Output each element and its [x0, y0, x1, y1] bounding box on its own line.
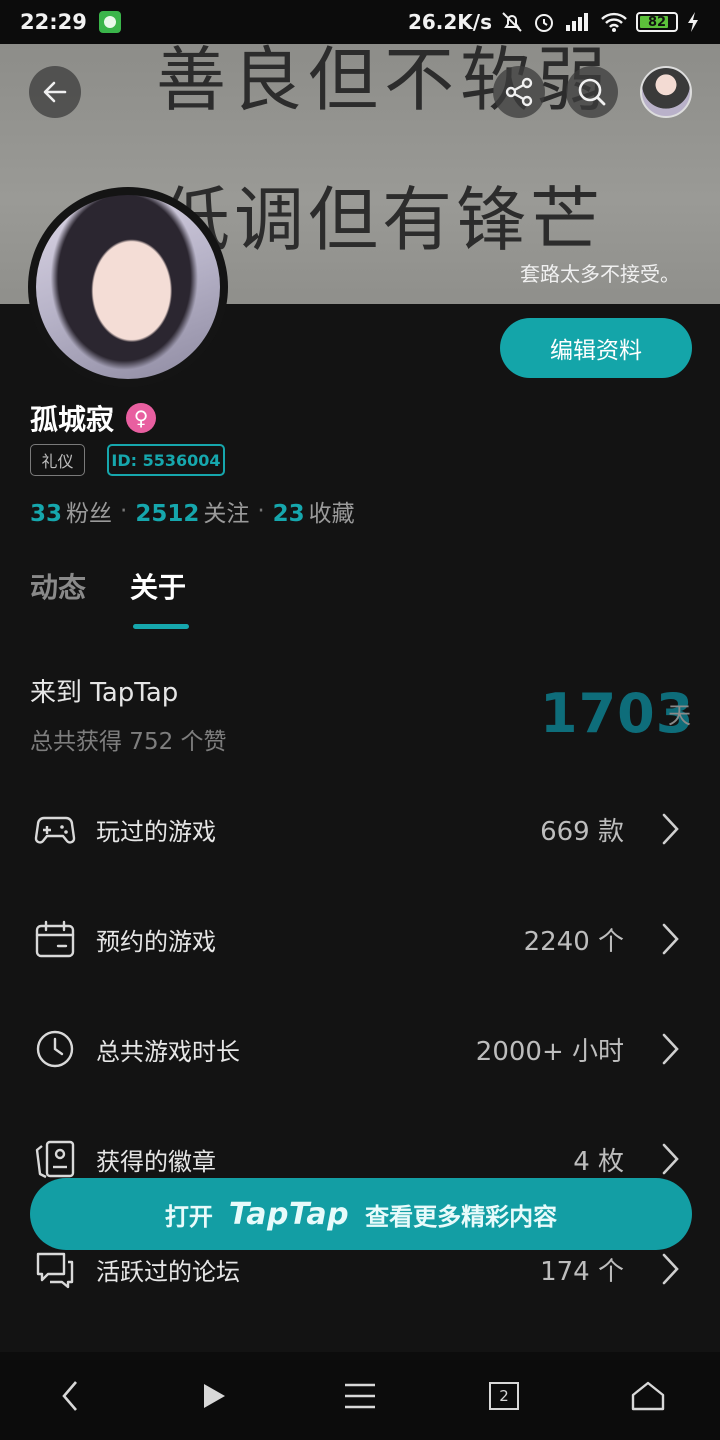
network-speed: 26.2K/s: [407, 10, 492, 34]
row-label: 总共游戏时长: [96, 1037, 240, 1066]
app-notification-icon: [98, 11, 121, 33]
arrow-left-icon: [43, 81, 67, 103]
nav-play-button[interactable]: [190, 1372, 238, 1420]
home-icon: [631, 1381, 665, 1411]
profile-avatar[interactable]: [28, 187, 228, 387]
row-value: 4 枚: [573, 1146, 624, 1177]
row-label: 活跃过的论坛: [96, 1257, 240, 1286]
system-nav-bar: 2: [0, 1352, 720, 1440]
stat-followers[interactable]: 33 粉丝: [30, 494, 112, 528]
chat-icon: [36, 1252, 74, 1289]
row-value: 669 款: [540, 816, 624, 847]
chevron-left-icon: [62, 1381, 77, 1411]
badge-icon: [35, 1140, 75, 1179]
tabs-count: 2: [499, 1387, 509, 1405]
nav-home-button[interactable]: [624, 1372, 672, 1420]
row-label: 预约的游戏: [96, 927, 216, 956]
following-label: 关注: [203, 501, 250, 527]
stat-favorites[interactable]: 23 收藏: [273, 494, 355, 528]
status-time: 22:29: [20, 10, 87, 34]
row-label: 获得的徽章: [96, 1147, 216, 1176]
favorites-label: 收藏: [308, 501, 355, 527]
row-value: 2000+ 小时: [475, 1036, 624, 1067]
days-unit: 天: [668, 703, 691, 729]
row-value: 174 个: [540, 1256, 624, 1287]
battery-icon: 82: [636, 12, 678, 32]
total-likes: 总共获得 752 个赞: [30, 729, 227, 755]
back-button[interactable]: [29, 66, 81, 118]
followers-label: 粉丝: [66, 501, 113, 527]
nav-tabs-button[interactable]: 2: [480, 1372, 528, 1420]
status-bar: 22:29 26.2K/s 82: [0, 0, 720, 44]
share-button[interactable]: [493, 66, 545, 118]
play-icon: [204, 1384, 225, 1408]
share-icon: [505, 77, 533, 107]
user-id-badge[interactable]: ID: 5536004: [107, 444, 225, 476]
wifi-icon: [601, 12, 627, 32]
search-button[interactable]: [566, 66, 618, 118]
followers-count: 33: [30, 501, 63, 527]
row-play-time[interactable]: 总共游戏时长 2000+ 小时: [0, 994, 720, 1104]
cta-suffix: 查看更多精彩内容: [365, 1202, 558, 1231]
battery-level: 82: [647, 14, 667, 30]
status-indicators: 26.2K/s 82: [408, 10, 700, 34]
profile-tabs: 动态 关于: [30, 566, 186, 606]
chevron-right-icon: [662, 1033, 679, 1065]
cell-signal-icon: [566, 13, 588, 31]
chevron-right-icon: [662, 1253, 679, 1285]
mute-icon: [502, 12, 522, 32]
username: 孤城寂: [30, 403, 115, 436]
edit-profile-button[interactable]: 编辑资料: [500, 318, 692, 378]
row-value: 2240 个: [523, 926, 624, 957]
username-row: 孤城寂 ♀: [30, 398, 157, 438]
joined-title: 来到 TapTap: [30, 678, 179, 708]
gamepad-icon: [34, 816, 76, 844]
cta-brand: TapTap: [228, 1196, 350, 1232]
row-played-games[interactable]: 玩过的游戏 669 款: [0, 774, 720, 884]
profile-avatar-image: [36, 195, 220, 379]
open-app-button[interactable]: 打开 TapTap 查看更多精彩内容: [30, 1178, 692, 1250]
alarm-icon: [535, 14, 553, 32]
row-reserved-games[interactable]: 预约的游戏 2240 个: [0, 884, 720, 994]
row-label: 玩过的游戏: [96, 817, 216, 846]
favorites-count: 23: [272, 501, 305, 527]
charging-icon: [688, 12, 698, 32]
nav-menu-button[interactable]: [336, 1372, 384, 1420]
calendar-icon: [35, 920, 75, 958]
stat-separator: ·: [257, 498, 265, 524]
clock-icon: [36, 1030, 74, 1068]
tab-activity[interactable]: 动态: [30, 566, 86, 606]
stat-separator: ·: [120, 498, 128, 524]
banner-caption: 套路太多不接受。: [520, 262, 680, 286]
chevron-right-icon: [662, 1143, 679, 1175]
tab-about[interactable]: 关于: [130, 566, 186, 606]
banner-text-line2: 低调但有锋芒: [160, 179, 604, 261]
nav-back-button[interactable]: [46, 1372, 94, 1420]
chevron-right-icon: [662, 923, 679, 955]
stat-following[interactable]: 2512 关注: [135, 494, 249, 528]
header-avatar[interactable]: [640, 66, 692, 118]
search-icon: [578, 78, 606, 106]
cta-prefix: 打开: [164, 1202, 213, 1231]
female-icon: ♀: [126, 403, 157, 433]
profile-stats: 33 粉丝 · 2512 关注 · 23 收藏: [30, 494, 355, 528]
chevron-right-icon: [662, 813, 679, 845]
following-count: 2512: [135, 501, 200, 527]
menu-icon: [345, 1383, 375, 1409]
etiquette-tag[interactable]: 礼仪: [30, 444, 85, 476]
active-tab-indicator: [133, 624, 189, 629]
